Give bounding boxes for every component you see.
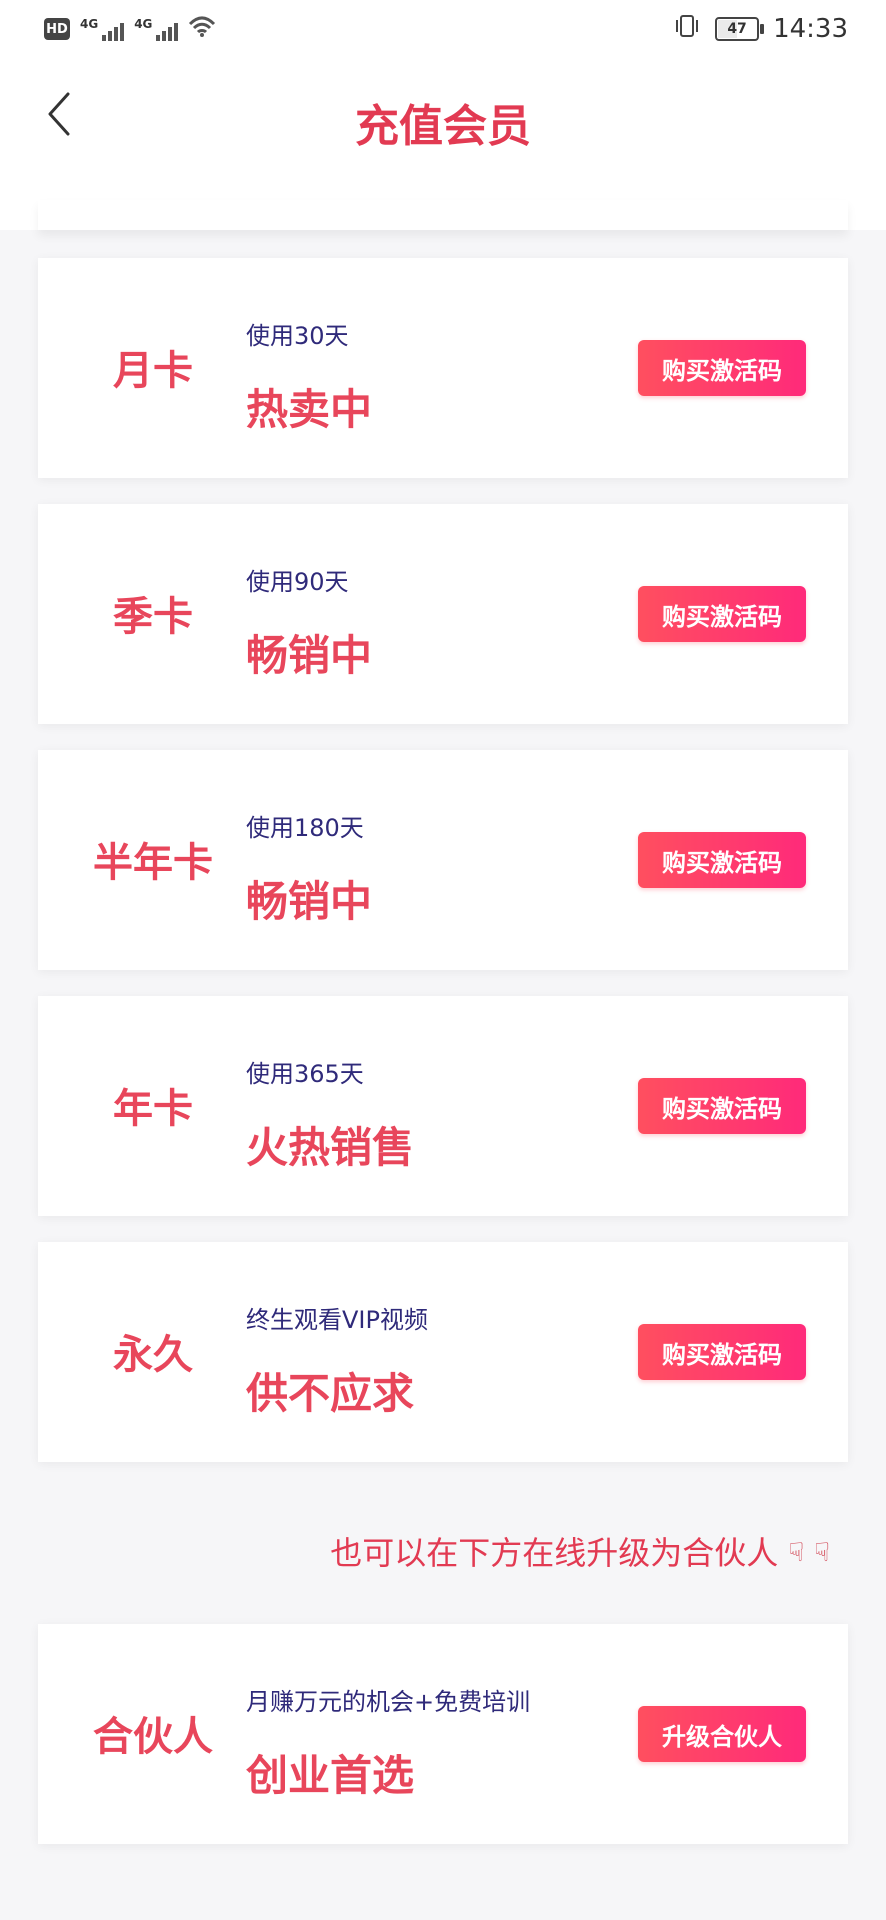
buy-activation-code-button[interactable]: 购买激活码 — [638, 832, 806, 888]
plan-status: 火热销售 — [246, 1123, 415, 1172]
partner-status: 创业首选 — [246, 1751, 415, 1800]
plan-subtitle: 终生观看VIP视频 — [246, 1306, 428, 1334]
plan-name: 半年卡 — [93, 840, 213, 886]
plan-subtitle: 使用180天 — [246, 814, 364, 842]
plan-name: 年卡 — [113, 1086, 193, 1132]
plan-card-year: 年卡 使用365天 火热销售 购买激活码 — [38, 996, 848, 1216]
plan-card-month: 月卡 使用30天 热卖中 购买激活码 — [38, 258, 848, 478]
plan-subtitle: 使用30天 — [246, 322, 349, 350]
plan-status: 热卖中 — [246, 385, 373, 434]
status-right: 47 14:33 — [673, 14, 848, 44]
battery-icon: 47 — [715, 17, 765, 41]
battery-level: 47 — [727, 21, 747, 37]
plan-status: 供不应求 — [246, 1369, 415, 1418]
buy-activation-code-button[interactable]: 购买激活码 — [638, 586, 806, 642]
plan-subtitle: 使用365天 — [246, 1060, 364, 1088]
plan-name: 月卡 — [113, 348, 193, 394]
status-left: HD 4G 4G — [44, 16, 216, 42]
status-bar: HD 4G 4G 47 14:33 — [0, 0, 886, 62]
hd-label: HD — [46, 21, 68, 37]
sim1-label: 4G — [80, 17, 99, 31]
plan-card-lifetime: 永久 终生观看VIP视频 供不应求 购买激活码 — [38, 1242, 848, 1462]
buy-activation-code-button[interactable]: 购买激活码 — [638, 1324, 806, 1380]
vibrate-icon — [673, 14, 701, 44]
plan-card-quarter: 季卡 使用90天 畅销中 购买激活码 — [38, 504, 848, 724]
sim2-label: 4G — [134, 17, 153, 31]
plan-card-halfyear: 半年卡 使用180天 畅销中 购买激活码 — [38, 750, 848, 970]
partner-promo-text: 也可以在下方在线升级为合伙人 — [330, 1534, 779, 1572]
plan-status: 畅销中 — [246, 631, 373, 680]
signal-icon: 4G — [80, 17, 125, 41]
page-title: 充值会员 — [355, 101, 531, 152]
buy-activation-code-button[interactable]: 购买激活码 — [638, 340, 806, 396]
wifi-icon — [188, 16, 216, 42]
pointing-down-icon: ☟ — [788, 1538, 805, 1568]
signal-icon: 4G — [134, 17, 179, 41]
plan-subtitle: 使用90天 — [246, 568, 349, 596]
upgrade-partner-button[interactable]: 升级合伙人 — [638, 1706, 806, 1762]
partner-name: 合伙人 — [93, 1714, 213, 1760]
partner-card: 合伙人 月赚万元的机会+免费培训 创业首选 升级合伙人 — [38, 1624, 848, 1844]
plan-name: 永久 — [113, 1332, 193, 1378]
partner-promo: 也可以在下方在线升级为合伙人 ☟ ☟ — [330, 1528, 830, 1574]
hd-icon: HD — [44, 18, 70, 40]
plan-name: 季卡 — [113, 594, 193, 640]
pointing-down-icon: ☟ — [814, 1538, 830, 1568]
clock: 14:33 — [773, 14, 848, 44]
partner-subtitle: 月赚万元的机会+免费培训 — [246, 1688, 531, 1716]
plan-status: 畅销中 — [246, 877, 373, 926]
buy-activation-code-button[interactable]: 购买激活码 — [638, 1078, 806, 1134]
card-partial — [38, 200, 848, 230]
